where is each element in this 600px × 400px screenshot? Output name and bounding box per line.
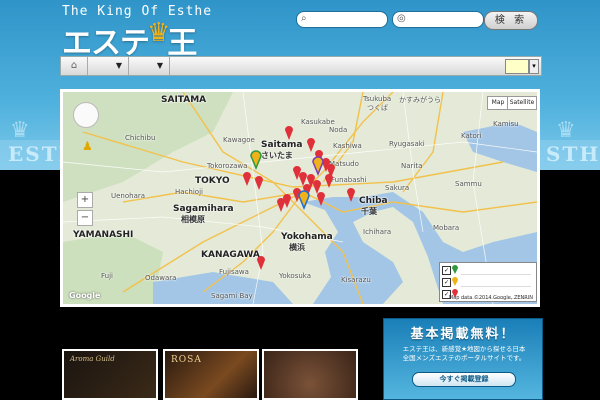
- keyword-search-input[interactable]: [311, 12, 383, 25]
- nav-bar: ⌂ ▼ ▼ ▾: [60, 56, 542, 76]
- legend-pin-icon: [452, 277, 458, 286]
- place-hachioji: Hachioji: [175, 188, 203, 196]
- banner-text-line: 全国メンズエステのポータルサイトです。: [402, 354, 526, 362]
- legend-row[interactable]: ✓: [441, 277, 535, 288]
- place-yokohama-jp: 横浜: [289, 243, 305, 252]
- google-logo[interactable]: Google: [69, 291, 100, 300]
- nav-select-box[interactable]: [505, 59, 529, 74]
- nav-dropdown-1[interactable]: ▼: [88, 57, 129, 75]
- map-data-attribution[interactable]: Map data ©2014 Google, ZENRIN: [449, 295, 533, 301]
- shop-thumbnail[interactable]: Aroma Guild: [62, 349, 158, 400]
- place-katori: Katori: [461, 132, 482, 140]
- place-chichibu: Chichibu: [125, 134, 156, 142]
- place-chiba: Chiba: [359, 196, 388, 206]
- legend-line: [461, 279, 531, 287]
- crown-icon: ♛: [147, 18, 170, 48]
- place-yokosuka: Yokosuka: [279, 272, 312, 280]
- store-map[interactable]: SAITAMA Saitama さいたま TOKYO Sagamihara 相模…: [60, 89, 540, 307]
- place-tsukuba: Tsukuba: [363, 95, 392, 103]
- place-yokohama: Yokohama: [281, 232, 333, 242]
- logo-tagline: The King Of Esthe: [62, 4, 213, 19]
- place-uenohara: Uenohara: [111, 192, 146, 200]
- place-kanagawa: KANAGAWA: [201, 250, 260, 260]
- place-funabashi: Funabashi: [331, 176, 367, 184]
- map-type-map-button[interactable]: Map: [487, 96, 509, 110]
- place-ryugasaki: Ryugasaki: [389, 140, 425, 148]
- legend-checkbox[interactable]: ✓: [442, 266, 451, 275]
- place-fujisawa: Fujisawa: [219, 268, 249, 276]
- keyword-search-field[interactable]: ⌕: [296, 11, 388, 28]
- search-icon: ⌕: [301, 13, 307, 24]
- place-sammu: Sammu: [455, 180, 482, 188]
- caret-down-icon: ▼: [115, 61, 122, 70]
- place-saitama-jp: さいたま: [261, 151, 293, 160]
- pan-control[interactable]: [73, 102, 99, 128]
- band-text-right: STHE: [546, 142, 600, 166]
- free-listing-banner[interactable]: 基本掲載無料！ エステ王は、新感覚★地図から探せる日本 全国メンズエステのポータ…: [383, 318, 543, 400]
- shop-thumbnail[interactable]: ROSA: [163, 349, 259, 400]
- street-view-pegman-icon[interactable]: ♟: [82, 139, 93, 153]
- search-button[interactable]: 検 索: [484, 11, 538, 30]
- place-ichihara: Ichihara: [363, 228, 392, 236]
- place-kamisu: Kamisu: [493, 120, 519, 128]
- place-sagami-bay: Sagami Bay: [211, 292, 253, 300]
- place-sagamihara: Sagamihara: [173, 204, 234, 214]
- banner-text: エステ王は、新感覚★地図から探せる日本 全国メンズエステのポータルサイトです。: [394, 345, 534, 363]
- place-kisarazu: Kisarazu: [341, 276, 371, 284]
- place-narita: Narita: [401, 162, 423, 170]
- crown-decoration-icon: ♛: [10, 118, 30, 143]
- zoom-out-button[interactable]: −: [77, 210, 93, 226]
- legend-row[interactable]: ✓: [441, 265, 535, 276]
- area-search-field[interactable]: ◎: [392, 11, 484, 28]
- place-noda: Noda: [329, 126, 348, 134]
- place-sagamihara-jp: 相模原: [181, 215, 205, 224]
- area-search-input[interactable]: [407, 12, 479, 25]
- place-odawara: Odawara: [145, 274, 177, 282]
- register-now-button[interactable]: 今すぐ掲載登録: [412, 372, 516, 387]
- shop-thumbnail[interactable]: [262, 349, 358, 400]
- banner-title: 基本掲載無料！: [410, 327, 516, 342]
- nav-dropdown-2[interactable]: ▼: [129, 57, 170, 75]
- legend-line: [461, 267, 531, 275]
- place-kasumigaura: かすみがうら: [399, 96, 441, 104]
- place-sakura: Sakura: [385, 184, 410, 192]
- nav-scroll-arrow[interactable]: ▾: [529, 59, 539, 74]
- shop-thumbnail-label: Aroma Guild: [70, 355, 115, 363]
- place-tokyo: TOKYO: [195, 176, 230, 186]
- place-fuji: Fuji: [101, 272, 113, 280]
- banner-text-line: エステ王は、新感覚★地図から探せる日本: [402, 345, 526, 353]
- location-icon: ◎: [397, 13, 406, 24]
- place-kashiwa: Kashiwa: [333, 142, 362, 150]
- place-yamanashi: YAMANASHI: [73, 230, 134, 240]
- home-icon[interactable]: ⌂: [61, 57, 88, 75]
- place-kawagoe: Kawagoe: [223, 136, 255, 144]
- place-mobara: Mobara: [433, 224, 460, 232]
- place-saitama-city: Saitama: [261, 140, 303, 150]
- legend-checkbox[interactable]: ✓: [442, 278, 451, 287]
- place-kasukabe: Kasukabe: [301, 118, 335, 126]
- place-tokorozawa: Tokorozawa: [207, 162, 248, 170]
- shop-thumbnail-label: ROSA: [171, 355, 202, 365]
- zoom-in-button[interactable]: +: [77, 192, 93, 208]
- place-matsudo: Matsudo: [329, 160, 359, 168]
- caret-down-icon: ▼: [156, 61, 163, 70]
- place-tsukuba-jp: つくば: [367, 104, 388, 112]
- legend-pin-icon: [452, 265, 458, 274]
- place-chiba-jp: 千葉: [361, 207, 377, 216]
- map-type-satellite-button[interactable]: Satellite: [507, 96, 537, 110]
- crown-decoration-icon: ♛: [556, 118, 576, 143]
- place-saitama-pref: SAITAMA: [161, 95, 207, 105]
